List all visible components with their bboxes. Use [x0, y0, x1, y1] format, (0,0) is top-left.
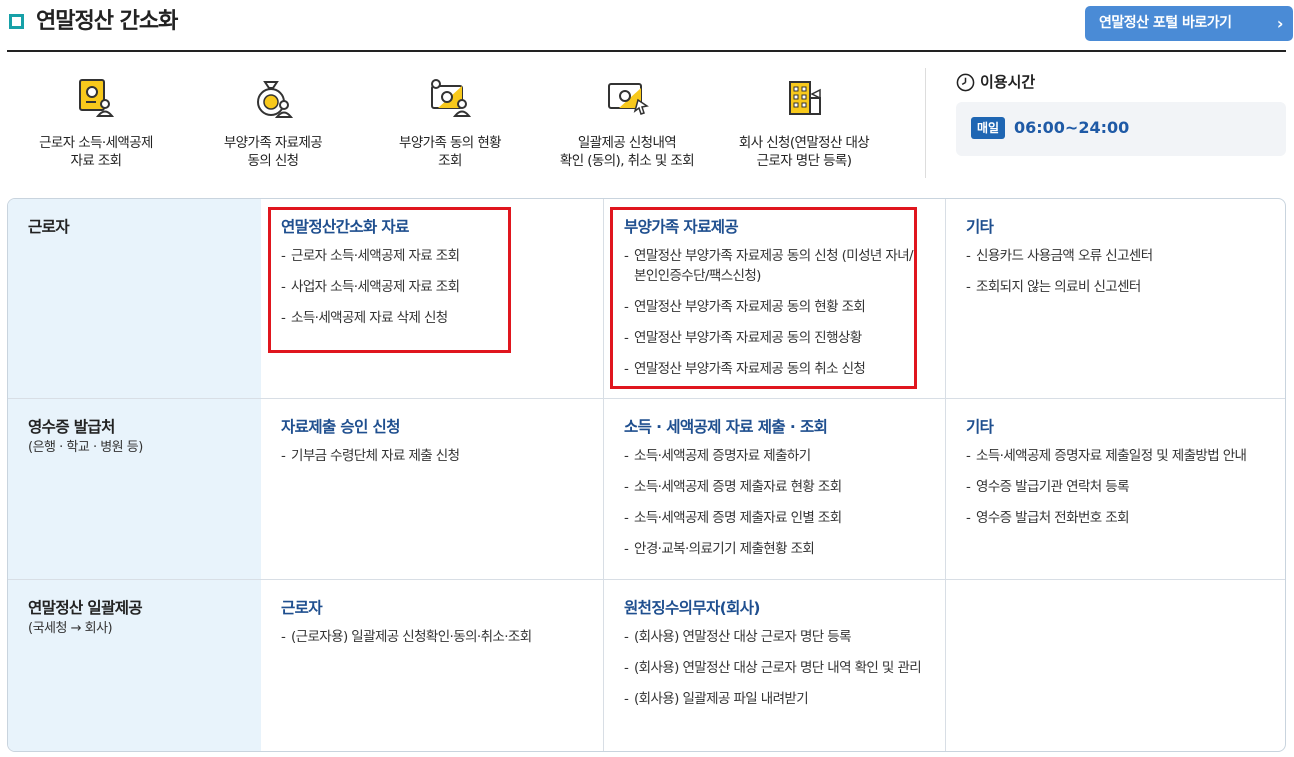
money-bag-icon	[257, 81, 294, 118]
menu-link[interactable]: (회사용) 연말정산 대상 근로자 명단 내역 확인 및 관리	[624, 658, 924, 678]
cell-worker: 근로자 (근로자용) 일괄제공 신청확인·동의·취소·조회	[261, 580, 603, 751]
row-header-subtitle: (은행 · 학교 · 병원 등)	[28, 440, 143, 455]
quick-menu-label: 동의 신청	[247, 153, 300, 169]
table-row-bulk-provision: 연말정산 일괄제공 (국세청 → 회사) 근로자 (근로자용) 일괄제공 신청확…	[8, 580, 1285, 751]
row-header: 영수증 발급처 (은행 · 학교 · 병원 등)	[8, 399, 261, 579]
clock-icon	[956, 73, 975, 92]
menu-link[interactable]: 안경·교복·의료기기 제출현황 조회	[624, 539, 929, 559]
menu-link[interactable]: 소득·세액공제 증명 제출자료 인별 조회	[624, 508, 929, 528]
cell-title[interactable]: 부양가족 자료제공	[624, 216, 945, 238]
cell-title[interactable]: 기타	[966, 216, 1285, 238]
quick-menu-label: 자료 조회	[70, 153, 123, 169]
cell-title[interactable]: 원천징수의무자(회사)	[624, 597, 945, 619]
row-header-title: 영수증 발급처	[28, 418, 115, 436]
cell-title[interactable]: 연말정산간소화 자료	[281, 216, 603, 238]
menu-link[interactable]: 조회되지 않는 의료비 신고센터	[966, 277, 1271, 297]
menu-link[interactable]: 소득·세액공제 증명자료 제출일정 및 제출방법 안내	[966, 446, 1266, 466]
menu-link[interactable]: 영수증 발급기관 연락처 등록	[966, 477, 1271, 497]
title-square-icon	[9, 14, 24, 29]
quick-menu-item-consent-status[interactable]: 부양가족 동의 현황 조회	[361, 68, 539, 178]
row-header: 근로자	[8, 199, 261, 398]
menu-link[interactable]: (회사용) 일괄제공 파일 내려받기	[624, 689, 929, 709]
menu-link[interactable]: 소득·세액공제 증명자료 제출하기	[624, 446, 929, 466]
quick-menu-label: 회사 신청(연말정산 대상	[738, 135, 870, 151]
portal-button-label: 연말정산 포털 바로가기	[1099, 15, 1232, 31]
menu-link[interactable]: (근로자용) 일괄제공 신청확인·동의·취소·조회	[281, 627, 586, 647]
row-header-subtitle: (국세청 → 회사)	[28, 621, 113, 636]
usage-hours: 06:00~24:00	[1014, 118, 1130, 137]
daily-badge: 매일	[971, 117, 1006, 139]
quick-menu-label: 근로자 소득·세액공제	[39, 135, 153, 151]
quick-menu-item-company-apply[interactable]: 회사 신청(연말정산 대상 근로자 명단 등록)	[715, 68, 893, 178]
quick-menu-label: 부양가족 자료제공	[223, 135, 323, 151]
cell-withholding-company: 원천징수의무자(회사) (회사용) 연말정산 대상 근로자 명단 등록 (회사용…	[603, 580, 945, 751]
bulk-provision-icon	[608, 83, 649, 115]
chevron-right-icon: ›	[1276, 14, 1284, 33]
page-header: 연말정산 간소화 연말정산 포털 바로가기 ›	[7, 0, 1293, 52]
cell-title[interactable]: 기타	[966, 416, 1285, 438]
row-header-title: 연말정산 일괄제공	[28, 599, 143, 617]
page-title: 연말정산 간소화	[36, 9, 178, 34]
service-table: 근로자 연말정산간소화 자료 근로자 소득·세액공제 자료 조회 사업자 소득·…	[7, 198, 1286, 752]
menu-link[interactable]: 사업자 소득·세액공제 자료 조회	[281, 277, 586, 297]
menu-link[interactable]: 연말정산 부양가족 자료제공 동의 진행상황	[624, 328, 929, 348]
row-header-title: 근로자	[28, 218, 70, 236]
menu-link[interactable]: 신용카드 사용금액 오류 신고센터	[966, 246, 1271, 266]
quick-menu-item-bulk-provision[interactable]: 일괄제공 신청내역 확인 (동의), 취소 및 조회	[538, 68, 716, 178]
cell-title[interactable]: 근로자	[281, 597, 603, 619]
dependent-status-icon	[431, 79, 472, 117]
quick-menu-label: 일괄제공 신청내역	[577, 135, 677, 151]
quick-menu-item-worker-lookup[interactable]: 근로자 소득·세액공제 자료 조회	[7, 68, 185, 178]
worker-document-icon	[79, 79, 115, 117]
menu-link[interactable]: 소득·세액공제 자료 삭제 신청	[281, 308, 586, 328]
cell-empty	[945, 580, 1285, 751]
cell-title[interactable]: 소득 · 세액공제 자료 제출 · 조회	[624, 416, 945, 438]
menu-link[interactable]: 영수증 발급처 전화번호 조회	[966, 508, 1271, 528]
menu-link[interactable]: 연말정산 부양가족 자료제공 동의 취소 신청	[624, 359, 929, 379]
cell-etc: 기타 신용카드 사용금액 오류 신고센터 조회되지 않는 의료비 신고센터	[945, 199, 1285, 398]
cell-etc: 기타 소득·세액공제 증명자료 제출일정 및 제출방법 안내 영수증 발급기관 …	[945, 399, 1285, 579]
cell-deduction-submit: 소득 · 세액공제 자료 제출 · 조회 소득·세액공제 증명자료 제출하기 소…	[603, 399, 945, 579]
quick-menu-label: 근로자 명단 등록)	[756, 153, 852, 169]
menu-link[interactable]: 근로자 소득·세액공제 자료 조회	[281, 246, 586, 266]
vertical-divider	[925, 68, 926, 178]
company-building-icon	[789, 81, 821, 115]
table-row-receipt-issuer: 영수증 발급처 (은행 · 학교 · 병원 등) 자료제출 승인 신청 기부금 …	[8, 399, 1285, 580]
menu-link[interactable]: 연말정산 부양가족 자료제공 동의 현황 조회	[624, 297, 929, 317]
quick-menu-label: 확인 (동의), 취소 및 조회	[559, 153, 695, 169]
cell-submission-approval: 자료제출 승인 신청 기부금 수령단체 자료 제출 신청	[261, 399, 603, 579]
quick-menu-label: 조회	[438, 153, 462, 169]
usage-time-box: 매일 06:00~24:00	[956, 102, 1286, 156]
quick-menu-label: 부양가족 동의 현황	[399, 135, 502, 151]
menu-link[interactable]: 기부금 수령단체 자료 제출 신청	[281, 446, 586, 466]
quick-menu-item-dependent-consent[interactable]: 부양가족 자료제공 동의 신청	[184, 68, 362, 178]
quick-menu: 근로자 소득·세액공제 자료 조회 부양가족 자료제공 동의 신청 부양가족 동…	[7, 68, 912, 178]
cell-dependent-data: 부양가족 자료제공 연말정산 부양가족 자료제공 동의 신청 (미성년 자녀/본…	[603, 199, 945, 398]
menu-link[interactable]: 소득·세액공제 증명 제출자료 현황 조회	[624, 477, 929, 497]
portal-shortcut-button[interactable]: 연말정산 포털 바로가기 ›	[1085, 6, 1293, 41]
table-row-worker: 근로자 연말정산간소화 자료 근로자 소득·세액공제 자료 조회 사업자 소득·…	[8, 199, 1285, 399]
menu-link[interactable]: (회사용) 연말정산 대상 근로자 명단 등록	[624, 627, 929, 647]
cell-title[interactable]: 자료제출 승인 신청	[281, 416, 603, 438]
usage-time-title: 이용시간	[980, 73, 1036, 91]
row-header: 연말정산 일괄제공 (국세청 → 회사)	[8, 580, 261, 751]
cell-simplified-data: 연말정산간소화 자료 근로자 소득·세액공제 자료 조회 사업자 소득·세액공제…	[261, 199, 603, 398]
menu-link[interactable]: 연말정산 부양가족 자료제공 동의 신청 (미성년 자녀/본인인증수단/팩스신청…	[624, 246, 914, 286]
